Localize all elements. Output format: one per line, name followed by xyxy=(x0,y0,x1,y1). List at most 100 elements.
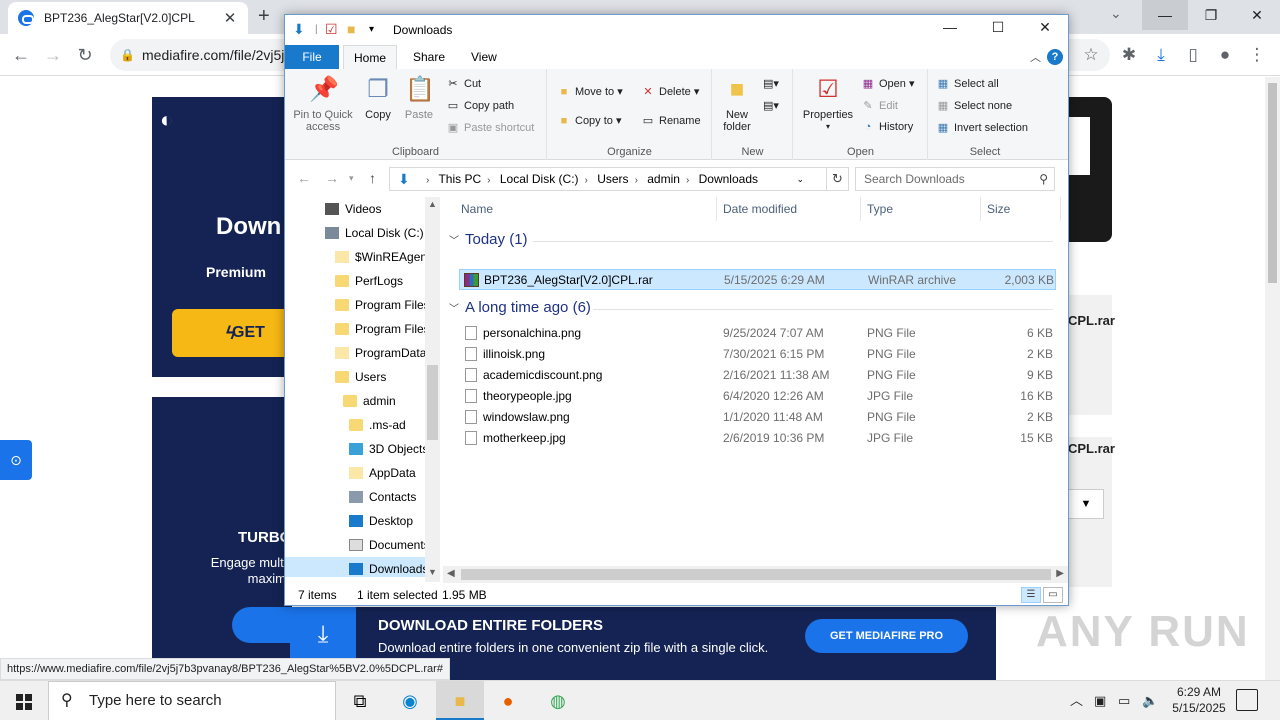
crumb-this-pc[interactable]: This PC xyxy=(438,172,481,186)
tab-file[interactable]: File xyxy=(285,45,339,69)
scroll-up-icon[interactable]: ▲ xyxy=(428,199,437,209)
file-row[interactable]: windowslaw.png 1/1/2020 11:48 AM PNG Fil… xyxy=(459,407,1056,428)
scroll-down-icon[interactable]: ▼ xyxy=(428,567,437,577)
file-row[interactable]: theorypeople.jpg 6/4/2020 12:26 AM JPG F… xyxy=(459,386,1056,407)
select-none-button[interactable]: ▦ Select none xyxy=(935,99,1012,112)
explorer-forward-icon[interactable]: → xyxy=(325,170,339,186)
menu-kebab-icon[interactable]: ⋮ xyxy=(1244,42,1270,68)
extensions-icon[interactable]: ✱ xyxy=(1116,42,1142,68)
copy-path-button[interactable]: ▭ Copy path xyxy=(445,99,514,112)
crumb-local-disk[interactable]: Local Disk (C:) xyxy=(500,172,579,186)
scroll-right-icon[interactable]: ▶ xyxy=(1056,568,1064,579)
quick-access-down-icon[interactable]: ⬇ xyxy=(293,21,305,38)
turbo-button[interactable] xyxy=(232,607,292,643)
floating-side-button[interactable]: ⊙ xyxy=(0,440,32,480)
crumb-admin[interactable]: admin xyxy=(647,172,680,186)
tray-app-icon[interactable]: ▣ xyxy=(1094,681,1106,720)
file-row[interactable]: illinoisk.png 7/30/2021 6:15 PM PNG File… xyxy=(459,344,1056,365)
firefox-icon[interactable]: ● xyxy=(484,681,532,720)
copy-button[interactable]: ❐ Copy xyxy=(361,75,395,121)
nav-scrollbar[interactable]: ▲ ▼ xyxy=(425,197,440,582)
nav-local-disk[interactable]: Local Disk (C:) xyxy=(325,221,424,245)
path-dropdown-icon[interactable]: ⌄ xyxy=(796,168,804,190)
close-tab-icon[interactable]: ✕ xyxy=(222,9,238,27)
open-button[interactable]: ▦ Open ▾ xyxy=(860,77,915,90)
help-icon[interactable]: ? xyxy=(1047,49,1063,65)
explorer-minimize-button[interactable]: — xyxy=(935,19,965,35)
nav-programdata[interactable]: ProgramData xyxy=(335,341,426,365)
crumb-users[interactable]: Users xyxy=(597,172,628,186)
nav-program-files[interactable]: Program Files xyxy=(335,293,430,317)
get-premium-button[interactable]: ϟ GET xyxy=(172,309,292,357)
scroll-left-icon[interactable]: ◀ xyxy=(447,568,455,579)
system-clock[interactable]: 6:29 AM 5/15/2025 xyxy=(1160,684,1238,716)
move-to-button[interactable]: ■ Move to ▾ xyxy=(556,85,623,98)
nav-winreagent[interactable]: $WinREAgent xyxy=(335,245,430,269)
new-item-icon[interactable]: ▤▾ xyxy=(763,77,779,90)
col-type[interactable]: Type xyxy=(861,197,981,221)
nav-downloads[interactable]: Downloads xyxy=(285,557,428,577)
edge-browser-icon[interactable]: ◉ xyxy=(386,681,434,720)
reload-icon[interactable]: ↻ xyxy=(72,42,98,68)
file-row-selected[interactable]: BPT236_AlegStar[V2.0]CPL.rar 5/15/2025 6… xyxy=(459,269,1056,290)
file-explorer-taskbar-icon[interactable]: ■ xyxy=(436,681,484,720)
nav-users[interactable]: Users xyxy=(335,365,386,389)
new-tab-button[interactable]: + xyxy=(258,5,270,28)
explorer-search-input[interactable]: Search Downloads ⚲ xyxy=(855,167,1055,191)
new-folder-button[interactable]: ■ New folder xyxy=(715,75,759,133)
browser-tab[interactable]: BPT236_AlegStar[V2.0]CPL ✕ xyxy=(8,2,248,34)
explorer-back-icon[interactable]: ← xyxy=(297,170,311,186)
nav-appdata[interactable]: AppData xyxy=(349,461,416,485)
nav-videos[interactable]: Videos xyxy=(325,197,381,221)
nav-perflogs[interactable]: PerfLogs xyxy=(335,269,403,293)
up-folder-icon[interactable]: ↑ xyxy=(369,170,376,186)
nav-desktop[interactable]: Desktop xyxy=(349,509,413,533)
path-breadcrumb[interactable]: ⬇ › This PC › Local Disk (C:) › Users › adm… xyxy=(389,167,827,191)
volume-icon[interactable]: 🔈 xyxy=(1142,681,1158,720)
easy-access-icon[interactable]: ▤▾ xyxy=(763,99,779,112)
nav-contacts[interactable]: Contacts xyxy=(349,485,416,509)
group-long-time-ago[interactable]: ﹀ A long time ago (6) xyxy=(449,297,591,319)
start-button[interactable] xyxy=(0,681,48,720)
restore-button[interactable]: ❐ xyxy=(1188,0,1234,30)
file-hscrollbar[interactable]: ◀ ▶ xyxy=(443,566,1068,583)
pin-quick-access-button[interactable]: 📌 Pin to Quick access xyxy=(289,75,357,133)
page-scrollbar[interactable] xyxy=(1265,77,1280,680)
cut-button[interactable]: ✂ Cut xyxy=(445,77,481,90)
invert-selection-button[interactable]: ▦ Invert selection xyxy=(935,121,1028,134)
refresh-icon[interactable]: ↻ xyxy=(827,167,849,191)
downloads-icon[interactable]: ⤓ xyxy=(1148,42,1174,68)
recent-locations-icon[interactable]: ▾ xyxy=(349,173,354,184)
delete-button[interactable]: ✕ Delete ▾ xyxy=(640,85,699,98)
explorer-maximize-button[interactable]: ☐ xyxy=(983,19,1013,36)
side-panel-icon[interactable]: ▯ xyxy=(1180,42,1206,68)
properties-button[interactable]: ☑ Properties ▾ xyxy=(798,75,858,133)
explorer-close-button[interactable]: ✕ xyxy=(1030,19,1060,36)
nav-admin[interactable]: admin xyxy=(343,389,396,413)
close-window-button[interactable]: ✕ xyxy=(1234,0,1280,30)
task-view-icon[interactable]: ⧉ xyxy=(336,681,384,720)
new-folder-qa-icon[interactable]: ■ xyxy=(347,21,355,37)
nav-ms-ad[interactable]: .ms-ad xyxy=(349,413,406,437)
get-pro-button[interactable]: GET MEDIAFIRE PRO xyxy=(805,619,968,653)
customize-qa-icon[interactable]: ▾ xyxy=(369,24,374,35)
taskbar-search-box[interactable]: ⚲ Type here to search xyxy=(48,681,336,720)
copy-to-button[interactable]: ■ Copy to ▾ xyxy=(556,114,622,127)
select-all-button[interactable]: ▦ Select all xyxy=(935,77,999,90)
large-icons-view-icon[interactable]: ▭ xyxy=(1043,587,1063,603)
back-icon[interactable]: ← xyxy=(8,42,34,68)
col-name[interactable]: Name xyxy=(455,197,717,221)
tab-view[interactable]: View xyxy=(461,45,507,69)
edit-button[interactable]: ✎ Edit xyxy=(860,99,898,112)
details-view-icon[interactable]: ☰ xyxy=(1021,587,1041,603)
nav-program-files-x86[interactable]: Program Files xyxy=(335,317,430,341)
tab-search-icon[interactable]: ⌄ xyxy=(1110,5,1122,22)
network-icon[interactable]: ▭ xyxy=(1118,681,1130,720)
rename-button[interactable]: ▭ Rename xyxy=(640,114,701,127)
tab-share[interactable]: Share xyxy=(403,45,455,69)
tab-home[interactable]: Home xyxy=(343,45,398,69)
nav-3d-objects[interactable]: 3D Objects xyxy=(349,437,428,461)
minimize-button[interactable]: — xyxy=(1142,0,1188,30)
file-row[interactable]: motherkeep.jpg 2/6/2019 10:36 PM JPG Fil… xyxy=(459,428,1056,449)
notifications-icon[interactable] xyxy=(1236,689,1258,711)
